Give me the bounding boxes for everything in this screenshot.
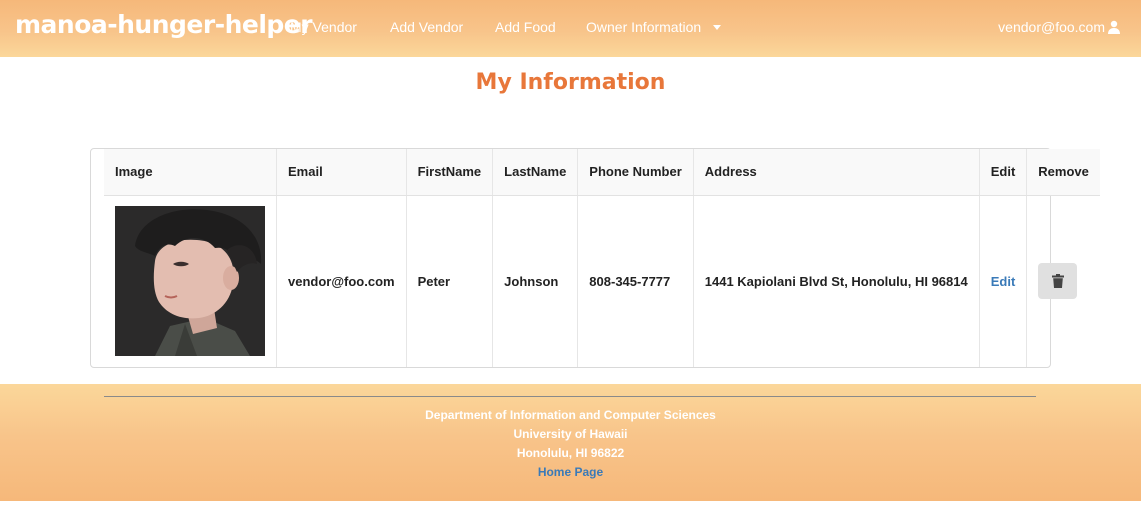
caret-down-icon: [713, 24, 722, 30]
cell-address: 1441 Kapiolani Blvd St, Honolulu, HI 968…: [693, 195, 980, 367]
column-header-email: Email: [276, 149, 407, 196]
column-header-firstname: FirstName: [406, 149, 494, 196]
nav-owner-information-label: Owner Information: [586, 19, 702, 35]
cell-email: vendor@foo.com: [276, 195, 407, 367]
information-table: Image Email FirstName LastName Phone Num…: [104, 149, 1100, 367]
nav-add-vendor[interactable]: Add Vendor: [390, 19, 463, 35]
cell-first-name: Peter: [406, 195, 494, 367]
cell-edit: Edit: [979, 195, 1028, 367]
user-email: vendor@foo.com: [998, 19, 1105, 35]
information-table-card: Image Email FirstName LastName Phone Num…: [90, 148, 1100, 368]
column-header-image: Image: [104, 149, 277, 196]
table-row: vendor@foo.com Peter Johnson 808-345-777…: [104, 195, 1100, 367]
footer-department: Department of Information and Computer S…: [425, 408, 716, 422]
cell-image: [104, 195, 277, 367]
footer-university: University of Hawaii: [513, 427, 628, 441]
brand-logo-text[interactable]: manoa-hunger-helper: [15, 10, 313, 39]
column-header-address: Address: [693, 149, 980, 196]
user-menu[interactable]: vendor@foo.com: [998, 19, 1121, 35]
top-navbar: manoa-hunger-helper My Vendor Add Vendor…: [0, 0, 1141, 57]
column-header-remove: Remove: [1026, 149, 1100, 196]
column-header-edit: Edit: [979, 149, 1028, 196]
footer-divider: [104, 396, 1036, 397]
cell-last-name: Johnson: [492, 195, 579, 367]
nav-my-vendor[interactable]: My Vendor: [290, 19, 357, 35]
cell-phone: 808-345-7777: [577, 195, 694, 367]
table-header-row: Image Email FirstName LastName Phone Num…: [104, 149, 1100, 196]
footer-city: Honolulu, HI 96822: [516, 446, 625, 460]
column-header-phone: Phone Number: [577, 149, 694, 196]
footer-home-page-link[interactable]: Home Page: [538, 465, 603, 479]
page-title: My Information: [475, 70, 666, 95]
vendor-photo: [115, 206, 265, 357]
footer: Department of Information and Computer S…: [0, 384, 1141, 501]
nav-owner-information-dropdown[interactable]: Owner Information: [586, 19, 722, 35]
edit-link[interactable]: Edit: [991, 274, 1016, 289]
cell-remove: [1027, 195, 1100, 367]
nav-add-food[interactable]: Add Food: [495, 19, 556, 35]
column-header-lastname: LastName: [492, 149, 579, 196]
trash-icon: [1051, 274, 1064, 289]
remove-button[interactable]: [1038, 263, 1078, 300]
user-icon: [1108, 20, 1120, 34]
footer-address-block: Department of Information and Computer S…: [0, 406, 1141, 482]
